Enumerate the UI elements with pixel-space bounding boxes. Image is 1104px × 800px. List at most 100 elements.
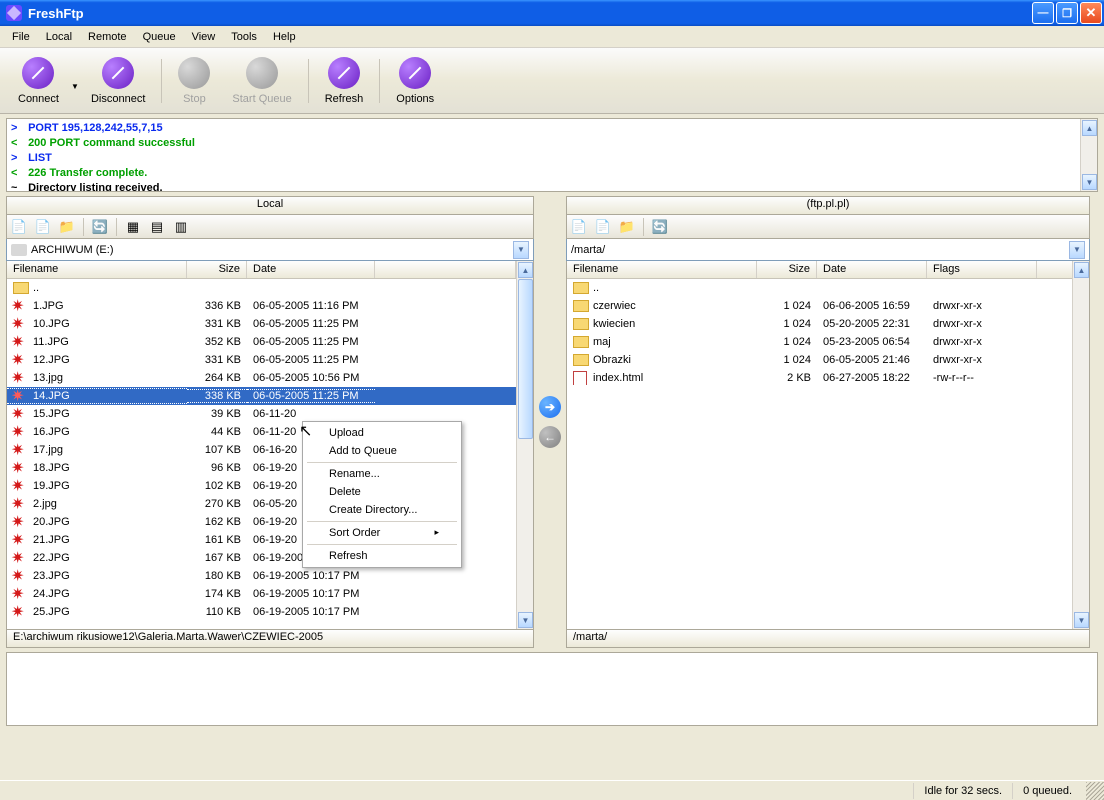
connect-icon — [22, 57, 54, 89]
remote-column-headers[interactable]: Filename Size Date Flags — [567, 261, 1072, 279]
local-delete-icon[interactable]: 📄 — [35, 219, 51, 235]
menu-item-delete[interactable]: Delete — [305, 483, 459, 501]
toolbar-connect[interactable]: Connect — [8, 52, 69, 110]
upload-button[interactable]: ➔ — [539, 396, 561, 418]
main-toolbar: Connect▼DisconnectStopStart QueueRefresh… — [0, 48, 1104, 114]
col-date[interactable]: Date — [817, 261, 927, 278]
folder-icon — [573, 353, 589, 367]
toolbar-options[interactable]: Options — [386, 52, 444, 110]
remote-file-list[interactable]: Filename Size Date Flags ..czerwiec1 024… — [567, 261, 1072, 629]
close-button[interactable]: ✕ — [1080, 2, 1102, 24]
local-newfile-icon[interactable]: 📄 — [11, 219, 27, 235]
menu-item-create-directory[interactable]: Create Directory... — [305, 501, 459, 519]
local-view1-icon[interactable]: ▦ — [125, 219, 141, 235]
context-menu[interactable]: UploadAdd to Queue Rename...DeleteCreate … — [302, 421, 462, 568]
local-refresh-icon[interactable]: 🔄 — [92, 219, 108, 235]
menu-item-refresh[interactable]: Refresh — [305, 547, 459, 565]
jpg-icon — [13, 461, 29, 475]
scroll-down-arrow[interactable]: ▼ — [1074, 612, 1089, 628]
log-scrollbar[interactable]: ▲ ▼ — [1080, 119, 1097, 191]
file-row[interactable]: Obrazki1 02406-05-2005 21:46drwxr-xr-x — [567, 351, 1072, 369]
log-line: > LIST — [11, 151, 1093, 166]
status-bar: Idle for 32 secs. 0 queued. — [0, 780, 1104, 800]
local-path-display: E:\archiwum rikusiowe12\Galeria.Marta.Wa… — [6, 630, 534, 648]
remote-delete-icon[interactable]: 📄 — [595, 219, 611, 235]
file-row[interactable]: 11.JPG352 KB06-05-2005 11:25 PM — [7, 333, 516, 351]
menu-item-rename[interactable]: Rename... — [305, 465, 459, 483]
file-row[interactable]: .. — [7, 279, 516, 297]
scroll-up-arrow[interactable]: ▲ — [518, 262, 533, 278]
scroll-thumb[interactable] — [518, 279, 533, 439]
menu-file[interactable]: File — [4, 29, 38, 45]
menu-item-add-to-queue[interactable]: Add to Queue — [305, 442, 459, 460]
local-column-headers[interactable]: Filename Size Date — [7, 261, 516, 279]
file-row[interactable]: czerwiec1 02406-06-2005 16:59drwxr-xr-x — [567, 297, 1072, 315]
file-row[interactable]: 14.JPG338 KB06-05-2005 11:25 PM — [7, 387, 516, 405]
scroll-down-arrow[interactable]: ▼ — [518, 612, 533, 628]
toolbar-disconnect[interactable]: Disconnect — [81, 52, 155, 110]
file-row[interactable]: index.html2 KB06-27-2005 18:22-rw-r--r-- — [567, 369, 1072, 387]
remote-path-display: /marta/ — [566, 630, 1090, 648]
remote-folder-icon[interactable]: 📁 — [619, 219, 635, 235]
file-row[interactable]: 12.JPG331 KB06-05-2005 11:25 PM — [7, 351, 516, 369]
jpg-icon — [13, 407, 29, 421]
file-row[interactable]: 24.JPG174 KB06-19-2005 10:17 PM — [7, 585, 516, 603]
col-flags[interactable]: Flags — [927, 261, 1037, 278]
remote-path-combo[interactable]: /marta/ ▼ — [566, 239, 1090, 261]
jpg-icon — [13, 335, 29, 349]
local-path-combo[interactable]: ARCHIWUM (E:) ▼ — [6, 239, 534, 261]
remote-path-text: /marta/ — [571, 244, 605, 256]
local-scrollbar[interactable]: ▲ ▼ — [516, 261, 533, 629]
file-row[interactable]: 1.JPG336 KB06-05-2005 11:16 PM — [7, 297, 516, 315]
toolbar-refresh[interactable]: Refresh — [315, 52, 374, 110]
transfer-button-column: ➔ ← — [538, 196, 562, 648]
local-folder-icon[interactable]: 📁 — [59, 219, 75, 235]
window-title: FreshFtp — [28, 6, 84, 21]
toolbar-stop: Stop — [168, 52, 220, 110]
col-size[interactable]: Size — [187, 261, 247, 278]
app-icon — [6, 5, 22, 21]
file-row[interactable]: .. — [567, 279, 1072, 297]
menu-item-sort-order[interactable]: Sort Order — [305, 524, 459, 542]
local-view2-icon[interactable]: ▤ — [149, 219, 165, 235]
local-pane-header: Local — [6, 196, 534, 215]
drive-icon — [11, 244, 27, 256]
remote-newfile-icon[interactable]: 📄 — [571, 219, 587, 235]
col-filename[interactable]: Filename — [567, 261, 757, 278]
col-date[interactable]: Date — [247, 261, 375, 278]
local-path-dropdown[interactable]: ▼ — [513, 241, 529, 259]
remote-refresh-icon[interactable]: 🔄 — [652, 219, 668, 235]
local-view3-icon[interactable]: ▥ — [173, 219, 189, 235]
scroll-down-arrow[interactable]: ▼ — [1082, 174, 1097, 190]
file-row[interactable]: kwiecien1 02405-20-2005 22:31drwxr-xr-x — [567, 315, 1072, 333]
file-row[interactable]: 25.JPG110 KB06-19-2005 10:17 PM — [7, 603, 516, 621]
file-row[interactable]: 10.JPG331 KB06-05-2005 11:25 PM — [7, 315, 516, 333]
menu-local[interactable]: Local — [38, 29, 80, 45]
menu-bar: FileLocalRemoteQueueViewToolsHelp — [0, 26, 1104, 48]
menu-help[interactable]: Help — [265, 29, 304, 45]
folder-icon — [573, 299, 589, 313]
resize-grip[interactable] — [1086, 782, 1104, 800]
menu-view[interactable]: View — [184, 29, 224, 45]
download-button[interactable]: ← — [539, 426, 561, 448]
remote-scrollbar[interactable]: ▲ ▼ — [1072, 261, 1089, 629]
menu-item-upload[interactable]: Upload — [305, 424, 459, 442]
scroll-up-arrow[interactable]: ▲ — [1074, 262, 1089, 278]
connect-dropdown[interactable]: ▼ — [71, 70, 79, 91]
toolbar-start-queue: Start Queue — [222, 52, 301, 110]
minimize-button[interactable]: — — [1032, 2, 1054, 24]
remote-path-dropdown[interactable]: ▼ — [1069, 241, 1085, 259]
menu-queue[interactable]: Queue — [135, 29, 184, 45]
html-icon — [573, 371, 589, 385]
maximize-button[interactable]: ❐ — [1056, 2, 1078, 24]
scroll-up-arrow[interactable]: ▲ — [1082, 120, 1097, 136]
menu-remote[interactable]: Remote — [80, 29, 135, 45]
jpg-icon — [13, 443, 29, 457]
file-row[interactable]: 23.JPG180 KB06-19-2005 10:17 PM — [7, 567, 516, 585]
col-size[interactable]: Size — [757, 261, 817, 278]
menu-tools[interactable]: Tools — [223, 29, 265, 45]
file-row[interactable]: maj1 02405-23-2005 06:54drwxr-xr-x — [567, 333, 1072, 351]
col-filename[interactable]: Filename — [7, 261, 187, 278]
file-row[interactable]: 13.jpg264 KB06-05-2005 10:56 PM — [7, 369, 516, 387]
log-pane: > PORT 195,128,242,55,7,15< 200 PORT com… — [6, 118, 1098, 192]
